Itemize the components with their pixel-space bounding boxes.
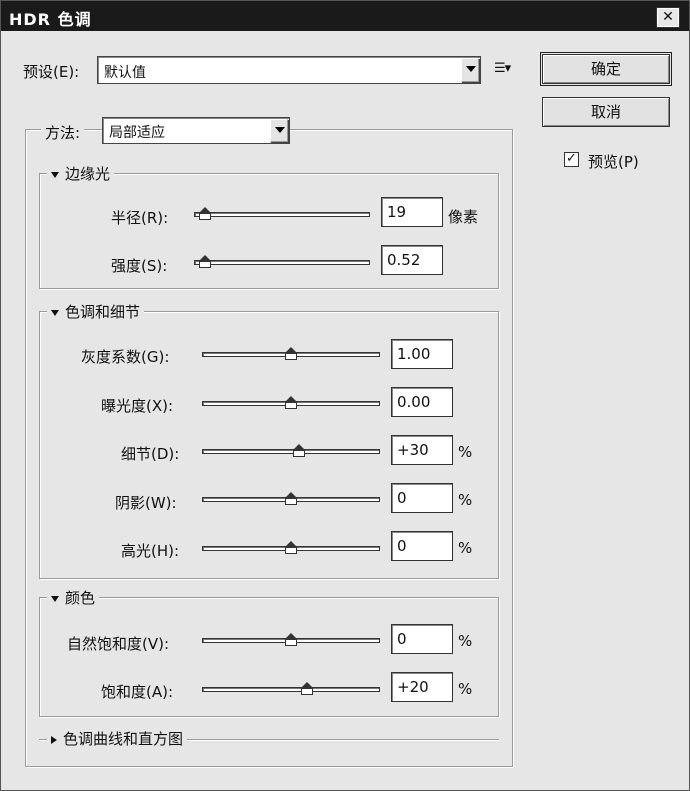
slider-thumb[interactable] — [285, 492, 297, 505]
method-label: 方法: — [45, 124, 81, 142]
gamma-input[interactable]: 1.00 — [391, 339, 453, 369]
expand-triangle-icon — [51, 735, 57, 744]
strength-input[interactable]: 0.52 — [381, 245, 443, 275]
shadow-input[interactable]: 0 — [391, 483, 453, 513]
slider-track — [202, 687, 380, 692]
saturation-label: 饱和度(A): — [101, 683, 174, 701]
dialog-title: HDR 色调 — [9, 10, 92, 29]
edge-glow-title: 边缘光 — [65, 165, 111, 183]
preset-value: 默认值 — [104, 65, 146, 81]
curve-header[interactable]: 色调曲线和直方图 — [47, 728, 188, 749]
tone-detail-header[interactable]: 色调和细节 — [47, 301, 145, 322]
exposure-slider[interactable] — [202, 394, 380, 412]
strength-label: 强度(S): — [111, 257, 168, 275]
edge-glow-header[interactable]: 边缘光 — [47, 163, 115, 184]
highlight-slider[interactable] — [202, 539, 380, 557]
slider-thumb[interactable] — [199, 207, 211, 220]
hdr-toning-dialog: HDR 色调 ✕ 预设(E): 默认值 ☰▾ 确定 取消 ✓ 预览(P) 方法:… — [0, 0, 690, 791]
chevron-down-icon[interactable] — [270, 119, 288, 142]
detail-slider[interactable] — [202, 442, 380, 460]
detail-unit: % — [458, 443, 473, 461]
color-header[interactable]: 颜色 — [47, 587, 100, 608]
title-bar[interactable]: HDR 色调 ✕ — [1, 1, 689, 31]
vibrance-unit: % — [458, 632, 473, 650]
saturation-input[interactable]: +20 — [391, 672, 453, 702]
highlight-label: 高光(H): — [121, 542, 180, 560]
slider-thumb[interactable] — [293, 444, 305, 457]
highlight-unit: % — [458, 539, 473, 557]
gamma-label: 灰度系数(G): — [81, 348, 170, 366]
preview-label: 预览(P) — [588, 153, 639, 171]
radius-label: 半径(R): — [111, 209, 169, 227]
slider-thumb[interactable] — [285, 541, 297, 554]
radius-unit: 像素 — [448, 208, 479, 226]
gamma-slider[interactable] — [202, 345, 380, 363]
preset-label: 预设(E): — [23, 63, 80, 81]
shadow-label: 阴影(W): — [115, 494, 177, 512]
chevron-down-icon[interactable] — [461, 58, 479, 82]
saturation-slider[interactable] — [202, 680, 380, 698]
vibrance-label: 自然饱和度(V): — [67, 635, 170, 653]
color-title: 颜色 — [65, 589, 96, 607]
slider-thumb[interactable] — [285, 396, 297, 409]
collapse-triangle-icon — [51, 171, 59, 178]
slider-track — [194, 212, 370, 217]
slider-thumb[interactable] — [199, 255, 211, 268]
highlight-input[interactable]: 0 — [391, 531, 453, 561]
strength-slider[interactable] — [194, 253, 370, 271]
vibrance-slider[interactable] — [202, 631, 380, 649]
method-dropdown[interactable]: 局部适应 — [102, 117, 290, 144]
slider-thumb[interactable] — [301, 682, 313, 695]
close-icon: ✕ — [662, 9, 674, 25]
detail-input[interactable]: +30 — [391, 435, 453, 465]
curve-title: 色调曲线和直方图 — [63, 730, 184, 748]
detail-label: 细节(D): — [121, 445, 180, 463]
slider-thumb[interactable] — [285, 633, 297, 646]
radius-input[interactable]: 19 — [381, 197, 443, 227]
exposure-label: 曝光度(X): — [101, 397, 174, 415]
close-button[interactable]: ✕ — [656, 7, 680, 28]
collapse-triangle-icon — [51, 309, 59, 316]
tone-detail-title: 色调和细节 — [65, 303, 141, 321]
vibrance-input[interactable]: 0 — [391, 624, 453, 654]
shadow-unit: % — [458, 491, 473, 509]
saturation-unit: % — [458, 680, 473, 698]
slider-track — [194, 260, 370, 265]
preset-dropdown[interactable]: 默认值 — [97, 56, 481, 84]
shadow-slider[interactable] — [202, 490, 380, 508]
collapse-triangle-icon — [51, 595, 59, 602]
slider-track — [202, 449, 380, 454]
method-value: 局部适应 — [109, 125, 165, 141]
preset-options-icon[interactable]: ☰▾ — [494, 61, 511, 76]
ok-button[interactable]: 确定 — [540, 52, 672, 86]
cancel-button[interactable]: 取消 — [542, 97, 670, 127]
slider-thumb[interactable] — [285, 347, 297, 360]
method-legend: 方法: — [41, 119, 85, 145]
radius-slider[interactable] — [194, 205, 370, 223]
preview-checkbox[interactable]: ✓ — [564, 152, 579, 167]
exposure-input[interactable]: 0.00 — [391, 387, 453, 417]
